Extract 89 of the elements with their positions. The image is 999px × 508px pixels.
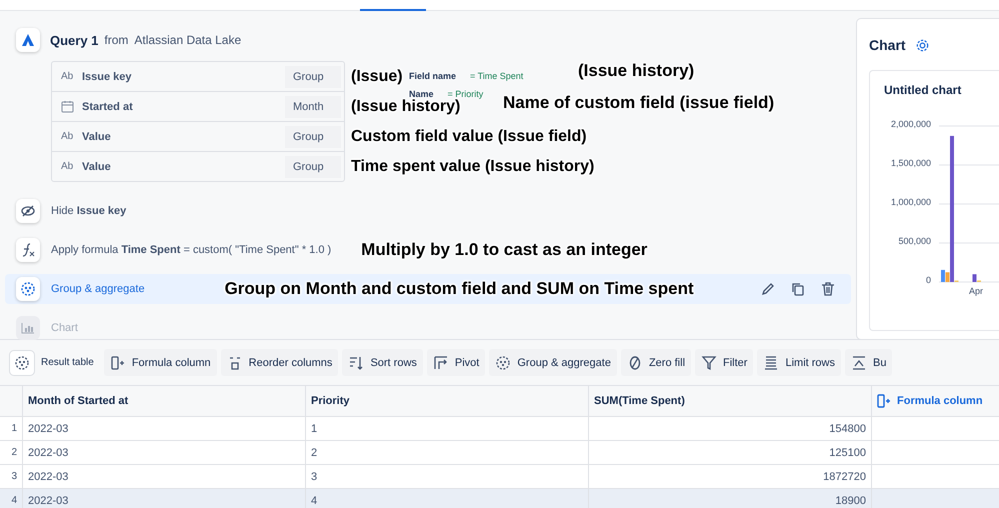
toolbar-button[interactable]: Group & aggregate <box>489 349 617 376</box>
group-icon <box>495 354 512 370</box>
y-axis-label: 0 <box>926 275 931 285</box>
toolbar-button[interactable]: Filter <box>695 349 754 376</box>
row-number: 1 <box>0 417 23 440</box>
filter-value: = Priority <box>448 89 484 99</box>
text-type-icon: Ab <box>61 161 74 172</box>
filter-field: Name <box>409 89 434 99</box>
annotation-text: Time spent value (Issue history) <box>351 158 594 176</box>
table-cell: 3 <box>306 465 589 488</box>
calendar-icon <box>61 100 74 113</box>
group-icon <box>9 350 35 376</box>
field-name: Value <box>82 160 112 172</box>
annotation-text: Group on Month and custom field and SUM on Time spent <box>224 279 694 299</box>
column-header: SUM(Time Spent) <box>589 386 872 416</box>
filter-field: Field name <box>409 71 456 81</box>
sort-icon <box>348 354 364 370</box>
text-type-icon: Ab <box>61 71 74 82</box>
add-column-icon <box>876 393 892 409</box>
toolbar-button[interactable]: Pivot <box>426 349 486 376</box>
row-number: 2 <box>0 441 23 464</box>
query-title: Query 1 <box>50 32 98 48</box>
toolbar-button[interactable]: Limit rows <box>757 349 841 376</box>
copy-icon[interactable] <box>791 282 805 296</box>
settings-icon[interactable] <box>914 38 930 52</box>
y-axis-label: 1,000,000 <box>890 197 931 207</box>
annotation-text: (Issue history) <box>578 61 694 81</box>
edit-icon[interactable] <box>761 282 775 296</box>
step-text[interactable]: Hide Issue key <box>51 205 126 217</box>
field-name: Started at <box>82 100 134 112</box>
field-name: Issue key <box>82 70 133 82</box>
table-cell: 2022-03 <box>23 417 306 440</box>
pivot-icon <box>432 354 449 370</box>
group-icon <box>20 281 36 297</box>
annotation-text: (Issue) <box>351 68 403 86</box>
field-name: Value <box>82 130 112 142</box>
column-header: Month of Started at <box>23 386 306 416</box>
toolbar-button[interactable]: Reorder columns <box>220 349 338 376</box>
y-axis-label: 2,000,000 <box>890 119 931 129</box>
table-cell: 2022-03 <box>23 489 306 508</box>
x-axis-label: Apr <box>969 286 984 296</box>
selected-step-row[interactable]: Group & aggregate Group on Month and custom field and SUM on Time spent <box>5 274 851 304</box>
table-cell: 4 <box>306 489 589 508</box>
query-source-prefix: from <box>104 33 128 47</box>
table-row[interactable]: 4 2022-03 4 18900 <box>0 489 999 508</box>
add-formula-column-button[interactable]: Formula column <box>872 386 999 416</box>
y-axis-label: 1,500,000 <box>890 158 931 168</box>
toolbar-button[interactable]: Formula column <box>104 349 217 376</box>
bar-chart-icon <box>21 322 35 334</box>
table-row[interactable]: 2 2022-03 2 125100 <box>0 441 999 465</box>
step-text[interactable]: Apply formula Time Spent = custom( "Time Spent" * 1.0 ) <box>51 244 332 256</box>
table-cell: 125100 <box>589 441 872 464</box>
toolbar-button[interactable]: Result table <box>9 349 100 376</box>
hidden-eye-icon <box>20 203 36 219</box>
toolbar-button[interactable]: Zero fill <box>620 349 692 376</box>
row-number: 3 <box>0 465 23 488</box>
active-tab-indicator <box>360 9 426 11</box>
annotation-text: (Issue history) <box>351 98 460 116</box>
aggregation-dropdown[interactable]: Group <box>285 126 341 148</box>
filter-icon <box>701 354 718 370</box>
function-icon <box>20 242 36 258</box>
toolbar-button[interactable]: Bu <box>844 349 892 376</box>
text-type-icon: Ab <box>61 131 74 142</box>
list-icon <box>763 354 780 370</box>
annotation-text: Name of custom field (issue field) <box>503 93 774 113</box>
annotation-text: Multiply by 1.0 to cast as an integer <box>361 240 648 260</box>
table-cell: 2022-03 <box>23 441 306 464</box>
add-column-icon <box>110 354 126 370</box>
row-number: 4 <box>0 489 23 508</box>
annotation-text: Custom field value (Issue field) <box>351 128 587 146</box>
column-header: Priority <box>306 386 589 416</box>
query-source: Atlassian Data Lake <box>134 33 242 47</box>
table-cell: 154800 <box>589 417 872 440</box>
logo-icon <box>16 28 40 52</box>
filter-value: = Time Spent <box>470 71 524 81</box>
chart-panel-title: Chart <box>869 37 906 53</box>
table-cell: 2022-03 <box>23 465 306 488</box>
aggregation-dropdown[interactable]: Group <box>285 156 341 178</box>
y-axis-label: 500,000 <box>898 236 931 246</box>
delete-icon[interactable] <box>821 282 835 296</box>
toolbar-button[interactable]: Sort rows <box>342 349 423 376</box>
aggregation-dropdown[interactable]: Month <box>285 96 341 118</box>
table-cell: 18900 <box>589 489 872 508</box>
aggregation-dropdown[interactable]: Group <box>285 66 341 88</box>
table-cell: 1 <box>306 417 589 440</box>
table-cell: 2 <box>306 441 589 464</box>
table-cell: 1872720 <box>589 465 872 488</box>
chart-title: Untitled chart <box>884 83 962 97</box>
table-row[interactable]: 1 2022-03 1 154800 <box>0 417 999 441</box>
